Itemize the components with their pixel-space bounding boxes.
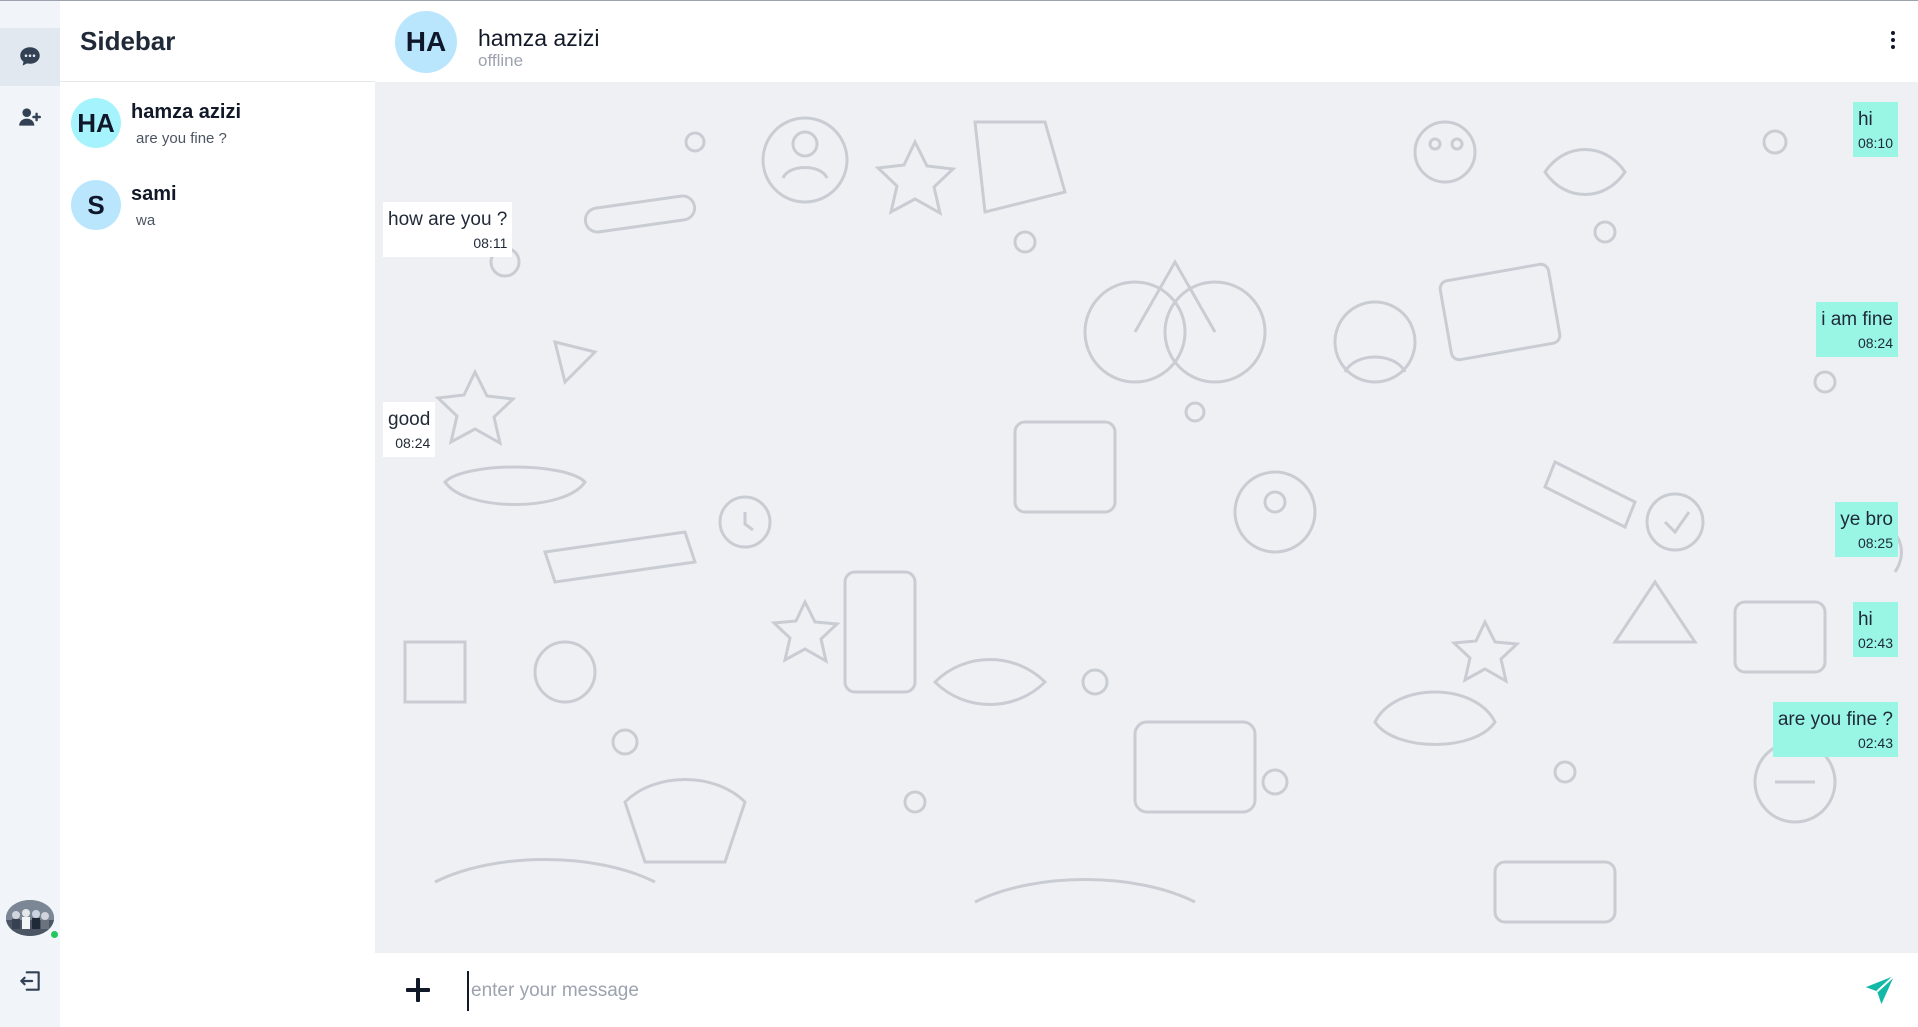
logout-icon: [20, 971, 40, 991]
conversation-preview: are you fine ?: [136, 130, 227, 147]
message-text: hi: [1857, 109, 1873, 130]
chat-panel: HA hamza azizi offline hi 08:10 how are …: [375, 1, 1918, 1027]
sidebar-title: Sidebar: [80, 25, 176, 56]
message-text: i am fine: [1821, 309, 1893, 330]
message-time: 08:10: [1857, 135, 1893, 151]
conversation-item-hamza[interactable]: HA hamza azizi are you fine ?: [60, 82, 375, 164]
message-time: 08:25: [1857, 535, 1893, 551]
message-text: ye bro: [1840, 509, 1893, 530]
conversation-name: sami: [131, 183, 177, 205]
chats-nav-button[interactable]: [0, 28, 60, 86]
add-contact-button[interactable]: [0, 88, 60, 146]
message-text: good: [388, 409, 431, 430]
chat-bubble-icon: [20, 47, 40, 66]
chat-header: HA hamza azizi offline: [375, 1, 1918, 82]
message-time: 02:43: [1857, 735, 1893, 751]
conversation-preview: wa: [136, 212, 156, 229]
online-status-dot: [49, 929, 60, 940]
message-bubble[interactable]: good 08:24: [383, 402, 436, 457]
contact-name: hamza azizi: [478, 25, 600, 51]
more-options-icon[interactable]: [1883, 25, 1903, 55]
nav-rail: [0, 1, 60, 1027]
conversation-item-sami[interactable]: S sami wa: [60, 164, 375, 246]
message-time: 08:24: [1857, 335, 1893, 351]
message-bubble[interactable]: i am fine 08:24: [1816, 302, 1898, 357]
send-icon[interactable]: [1863, 973, 1897, 1007]
plus-icon[interactable]: [403, 975, 433, 1005]
conversation-name: hamza azizi: [131, 101, 242, 123]
message-time: 08:11: [473, 235, 508, 251]
message-bubble[interactable]: are you fine ? 02:43: [1772, 702, 1898, 757]
add-user-icon: [19, 108, 41, 126]
doodle-background: [403, 116, 1903, 924]
contact-avatar[interactable]: HA: [395, 11, 457, 73]
message-bubble[interactable]: hi 02:43: [1852, 602, 1898, 657]
message-text: are you fine ?: [1777, 709, 1893, 730]
message-input[interactable]: [467, 971, 1797, 1011]
sidebar-header: Sidebar: [60, 1, 375, 82]
message-list[interactable]: hi 08:10 how are you ? 08:11 i am fine 08:24 g…: [375, 82, 1918, 953]
sidebar: Sidebar HA hamza azizi are you fine ? S …: [60, 1, 375, 1027]
message-text: hi: [1857, 609, 1873, 630]
contact-status: offline: [478, 51, 524, 70]
user-avatar[interactable]: [6, 900, 54, 936]
avatar: HA: [71, 98, 121, 148]
message-text: how are you ?: [388, 209, 508, 230]
chat-app: Sidebar HA hamza azizi are you fine ? S …: [0, 0, 1918, 1027]
message-bubble[interactable]: ye bro 08:25: [1835, 502, 1898, 557]
avatar: S: [71, 180, 121, 230]
message-composer: [375, 953, 1918, 1027]
message-time: 02:43: [1857, 635, 1893, 651]
logout-button[interactable]: [0, 952, 60, 1010]
message-time: 08:24: [395, 435, 431, 451]
message-bubble[interactable]: hi 08:10: [1852, 102, 1898, 157]
message-bubble[interactable]: how are you ? 08:11: [383, 202, 513, 257]
